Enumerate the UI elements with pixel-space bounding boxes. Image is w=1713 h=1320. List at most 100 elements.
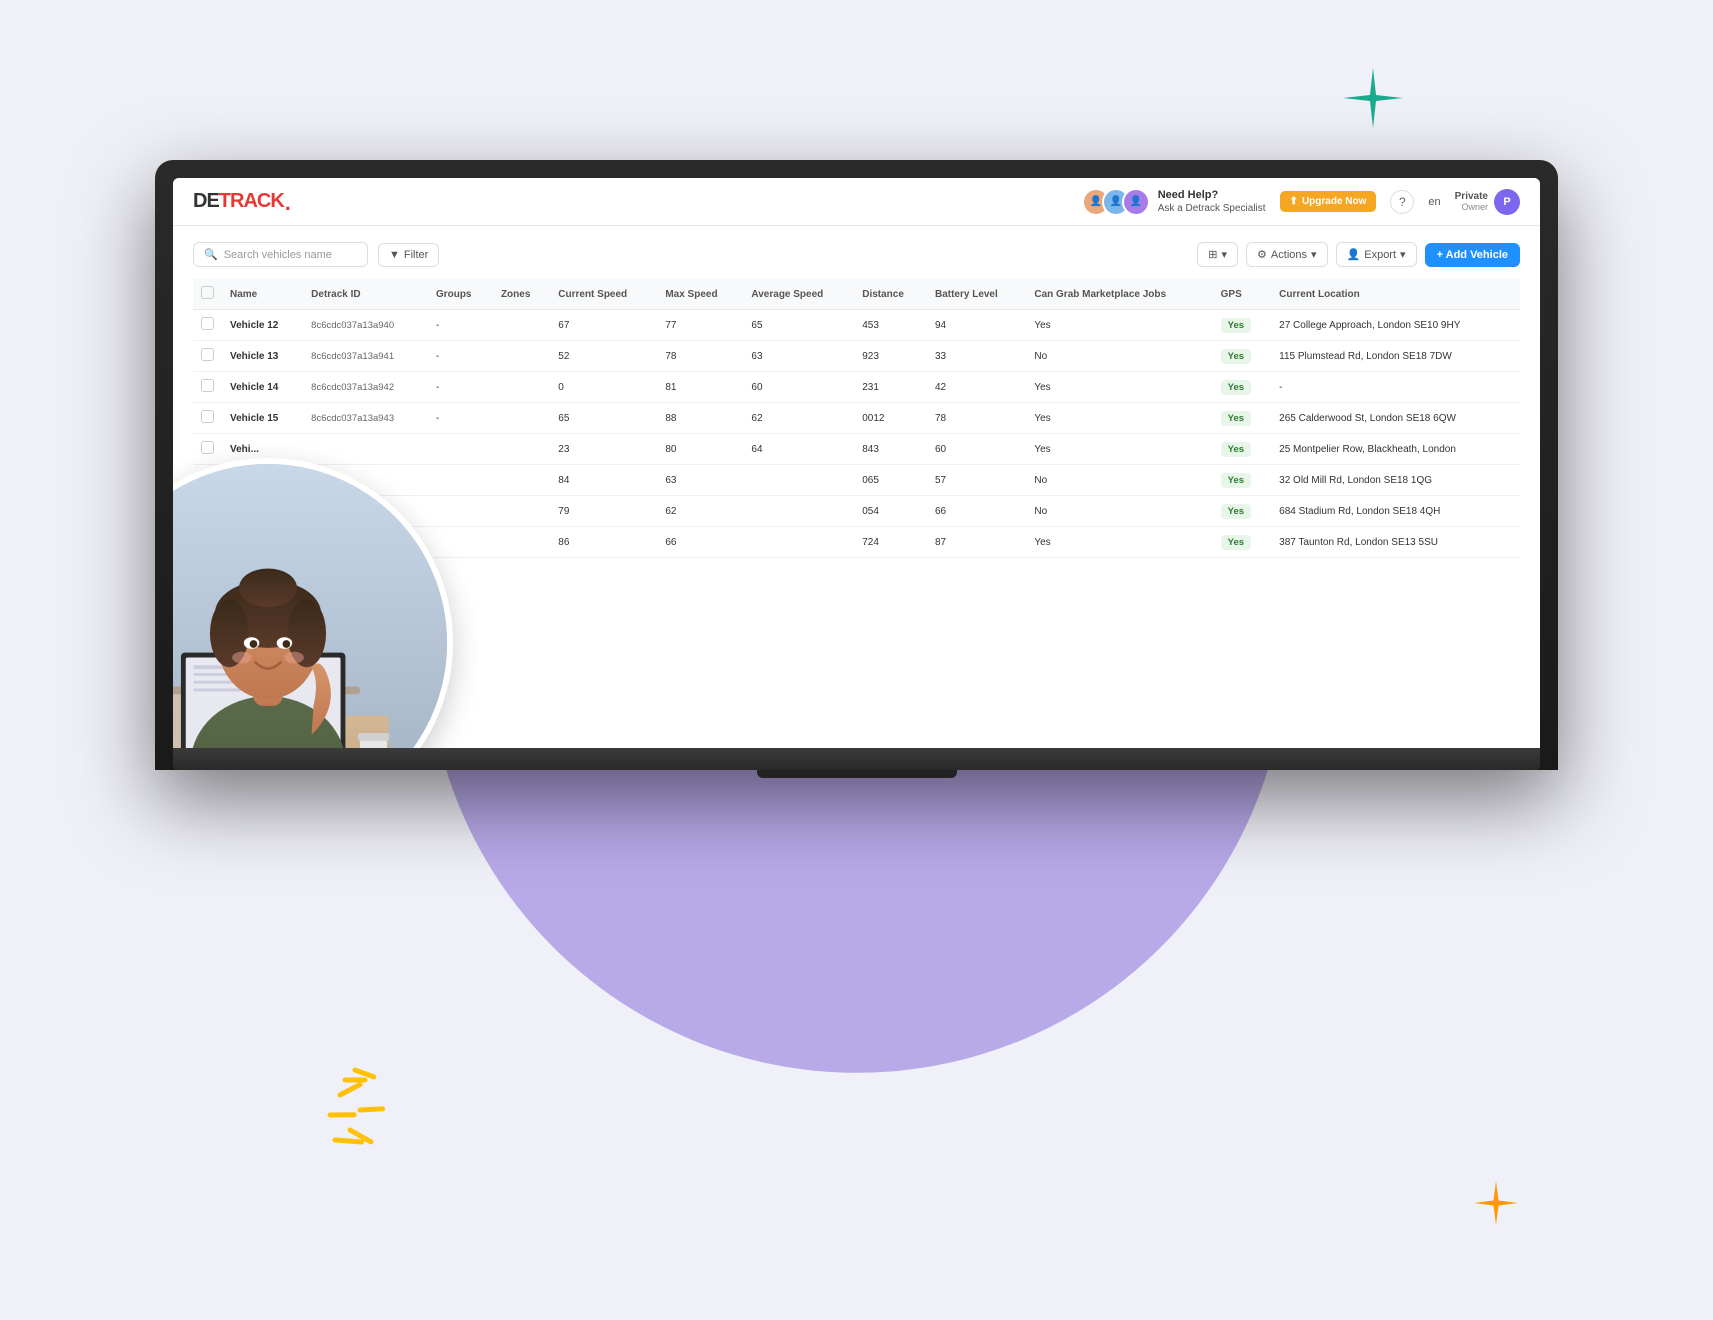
col-battery[interactable]: Battery Level	[927, 279, 1026, 310]
search-icon: 🔍	[204, 248, 218, 261]
toolbar-right: ⊞ ▾ ⚙ Actions ▾ 👤 Export ▾	[1197, 242, 1520, 267]
row-detrack-id: 8c6cdc037a13a940	[303, 310, 428, 341]
table-row[interactable]: Vehicle 12 8c6cdc037a13a940 - 67 77 65 4…	[193, 310, 1520, 341]
row-checkbox[interactable]	[193, 310, 222, 341]
row-grab: Yes	[1026, 310, 1212, 341]
row-zones	[493, 341, 550, 372]
row-distance: 923	[854, 341, 927, 372]
col-current-speed[interactable]: Current Speed	[550, 279, 657, 310]
user-account[interactable]: Private Owner P	[1455, 189, 1520, 215]
col-groups[interactable]: Groups	[428, 279, 493, 310]
row-avg-speed: 63	[743, 341, 854, 372]
account-label: Private	[1455, 191, 1488, 202]
row-checkbox[interactable]	[193, 341, 222, 372]
row-max-speed: 62	[657, 496, 743, 527]
row-avg-speed: 65	[743, 310, 854, 341]
row-location: 25 Montpelier Row, Blackheath, London	[1271, 434, 1520, 465]
row-gps: Yes	[1213, 496, 1272, 527]
actions-chevron: ▾	[1311, 248, 1317, 261]
row-battery: 57	[927, 465, 1026, 496]
row-groups: -	[428, 372, 493, 403]
row-grab: No	[1026, 496, 1212, 527]
row-gps: Yes	[1213, 310, 1272, 341]
row-distance: 453	[854, 310, 927, 341]
row-groups: -	[428, 341, 493, 372]
columns-button[interactable]: ⊞ ▾	[1197, 242, 1238, 267]
row-grab: Yes	[1026, 403, 1212, 434]
table-toolbar: 🔍 Search vehicles name ▼ Filter ⊞ ▾	[193, 242, 1520, 267]
laptop-frame: DETRACK . 👤 👤 👤 Need Help? Ask a Detrack…	[155, 160, 1558, 770]
orange-star-decoration	[1474, 1181, 1518, 1225]
row-location: 115 Plumstead Rd, London SE18 7DW	[1271, 341, 1520, 372]
row-battery: 42	[927, 372, 1026, 403]
row-zones	[493, 465, 550, 496]
logo-track: TRACK	[219, 190, 284, 213]
row-location: 265 Calderwood St, London SE18 6QW	[1271, 403, 1520, 434]
search-placeholder: Search vehicles name	[224, 249, 332, 261]
row-current-speed: 52	[550, 341, 657, 372]
row-grab: Yes	[1026, 527, 1212, 558]
col-name[interactable]: Name	[222, 279, 303, 310]
row-current-speed: 67	[550, 310, 657, 341]
row-checkbox[interactable]	[193, 434, 222, 465]
filter-button[interactable]: ▼ Filter	[378, 243, 439, 267]
row-zones	[493, 403, 550, 434]
help-section[interactable]: 👤 👤 👤 Need Help? Ask a Detrack Specialis…	[1082, 188, 1266, 216]
logo-de: DE	[193, 190, 219, 213]
col-location[interactable]: Current Location	[1271, 279, 1520, 310]
search-box[interactable]: 🔍 Search vehicles name	[193, 242, 368, 267]
row-zones	[493, 372, 550, 403]
table-row[interactable]: Vehicle 15 8c6cdc037a13a943 - 65 88 62 0…	[193, 403, 1520, 434]
col-zones[interactable]: Zones	[493, 279, 550, 310]
col-grab[interactable]: Can Grab Marketplace Jobs	[1026, 279, 1212, 310]
help-icon-button[interactable]: ?	[1390, 190, 1414, 214]
columns-icon: ⊞	[1208, 248, 1217, 261]
table-row[interactable]: Vehi... 23 80 64 843 60 Yes Yes 25 Montp…	[193, 434, 1520, 465]
actions-button[interactable]: ⚙ Actions ▾	[1246, 242, 1327, 267]
row-battery: 60	[927, 434, 1026, 465]
header-right-section: 👤 👤 👤 Need Help? Ask a Detrack Specialis…	[1082, 188, 1520, 216]
export-icon: 👤	[1347, 248, 1361, 261]
row-distance: 843	[854, 434, 927, 465]
row-max-speed: 78	[657, 341, 743, 372]
row-grab: No	[1026, 341, 1212, 372]
columns-chevron: ▾	[1222, 248, 1228, 261]
col-avg-speed[interactable]: Average Speed	[743, 279, 854, 310]
row-name: Vehicle 15	[222, 403, 303, 434]
table-row[interactable]: Vehicle 13 8c6cdc037a13a941 - 52 78 63 9…	[193, 341, 1520, 372]
upgrade-button[interactable]: ⬆ Upgrade Now	[1280, 191, 1377, 212]
row-gps: Yes	[1213, 341, 1272, 372]
app-logo: DETRACK .	[193, 190, 291, 214]
row-distance: 724	[854, 527, 927, 558]
row-zones	[493, 310, 550, 341]
help-text: Need Help? Ask a Detrack Specialist	[1158, 188, 1266, 215]
app-header: DETRACK . 👤 👤 👤 Need Help? Ask a Detrack…	[173, 178, 1540, 226]
upgrade-icon: ⬆	[1290, 196, 1298, 207]
col-distance[interactable]: Distance	[854, 279, 927, 310]
actions-gear-icon: ⚙	[1257, 248, 1267, 261]
add-vehicle-button[interactable]: + Add Vehicle	[1425, 243, 1520, 267]
row-max-speed: 63	[657, 465, 743, 496]
language-selector[interactable]: en	[1428, 196, 1440, 208]
row-avg-speed: 64	[743, 434, 854, 465]
teal-star-decoration	[1343, 68, 1403, 128]
row-location: 27 College Approach, London SE10 9HY	[1271, 310, 1520, 341]
row-name: Vehicle 14	[222, 372, 303, 403]
table-row[interactable]: Vehicle 14 8c6cdc037a13a942 - 0 81 60 23…	[193, 372, 1520, 403]
export-button[interactable]: 👤 Export ▾	[1336, 242, 1417, 267]
col-max-speed[interactable]: Max Speed	[657, 279, 743, 310]
row-distance: 231	[854, 372, 927, 403]
person-background	[173, 464, 447, 748]
row-zones	[493, 496, 550, 527]
col-gps[interactable]: GPS	[1213, 279, 1272, 310]
row-grab: Yes	[1026, 372, 1212, 403]
toolbar-left: 🔍 Search vehicles name ▼ Filter	[193, 242, 439, 267]
avatar-group: 👤 👤 👤	[1082, 188, 1150, 216]
row-gps: Yes	[1213, 465, 1272, 496]
row-groups	[428, 434, 493, 465]
col-detrack-id[interactable]: Detrack ID	[303, 279, 428, 310]
row-checkbox[interactable]	[193, 403, 222, 434]
table-header-row: Name Detrack ID Groups Zones Current Spe…	[193, 279, 1520, 310]
row-max-speed: 66	[657, 527, 743, 558]
row-checkbox[interactable]	[193, 372, 222, 403]
